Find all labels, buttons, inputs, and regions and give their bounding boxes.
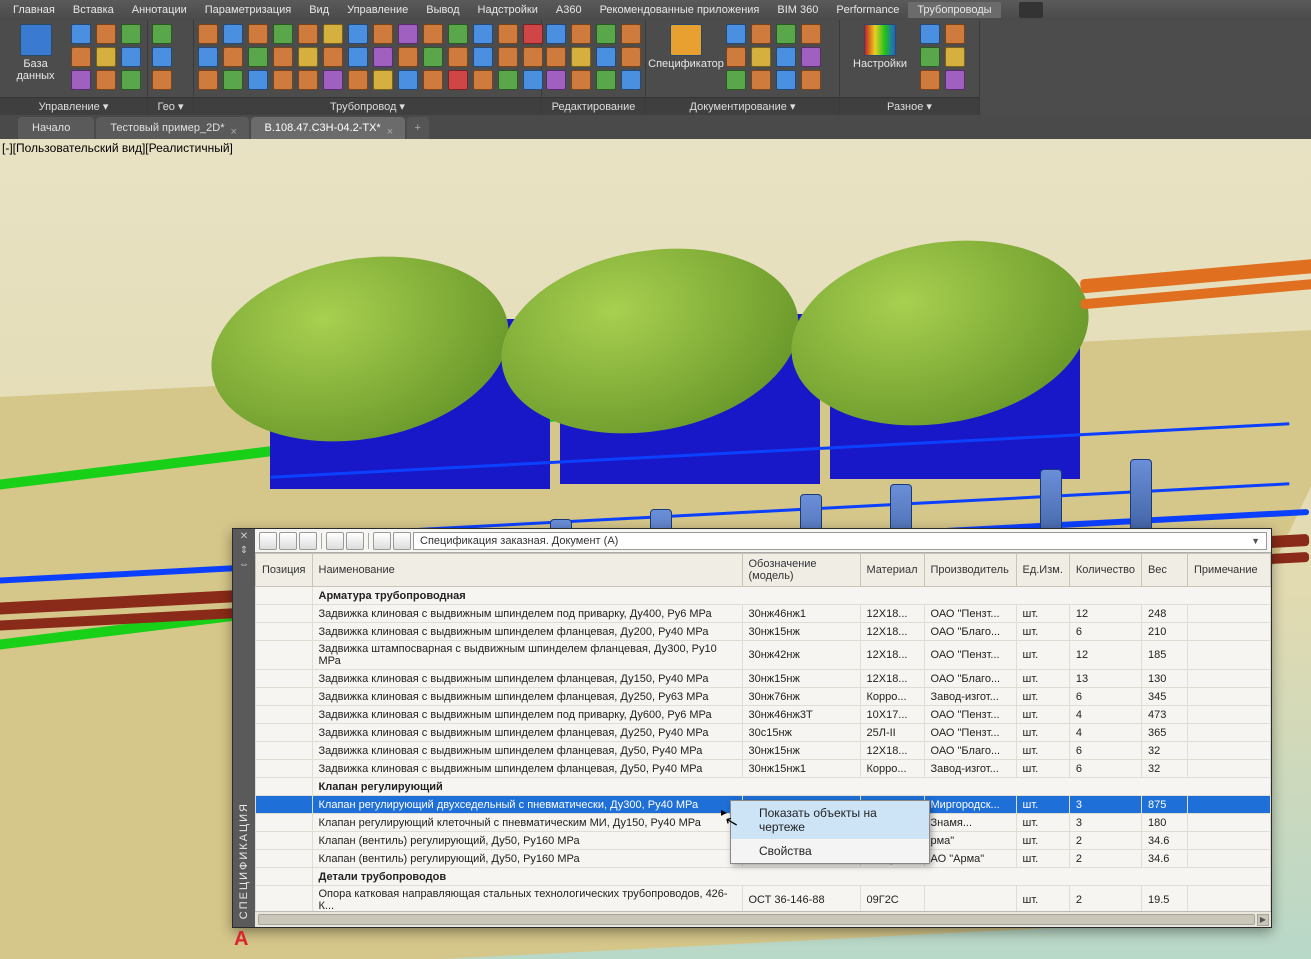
menu-item[interactable]: Параметризация [196, 2, 300, 18]
table-group-row[interactable]: Клапан регулирующий [256, 778, 1271, 796]
arrow-leftright-icon[interactable]: ⇔ [238, 559, 250, 571]
table-row[interactable]: Задвижка клиновая с выдвижным шпинделем … [256, 742, 1271, 760]
close-icon[interactable]: ✕ [238, 531, 250, 543]
panel-title: Управление ▾ [0, 97, 147, 115]
context-menu-item[interactable]: Свойства [731, 839, 929, 863]
menu-item[interactable]: BIM 360 [768, 2, 827, 18]
menu-item[interactable]: Аннотации [123, 2, 196, 18]
column-header[interactable]: Обозначение (модель) [742, 554, 860, 587]
menu-item[interactable]: Performance [827, 2, 908, 18]
tb-export-icon[interactable] [373, 532, 391, 550]
close-icon[interactable]: × [387, 121, 399, 133]
ribbon-small-button[interactable] [71, 24, 91, 44]
context-menu-item[interactable]: Показать объекты на чертеже [731, 801, 929, 839]
tb-refresh-icon[interactable] [326, 532, 344, 550]
spec-title-dropdown[interactable]: Спецификация заказная. Документ (А)▼ [413, 532, 1267, 550]
menu-item[interactable]: A360 [547, 2, 591, 18]
spec-sidebar: ✕ ⇕ ⇔ СПЕЦИФИКАЦИЯ [233, 529, 255, 927]
close-icon[interactable]: × [231, 121, 243, 133]
table-row[interactable]: Задвижка клиновая с выдвижным шпинделем … [256, 623, 1271, 641]
column-header[interactable]: Позиция [256, 554, 313, 587]
menu-item[interactable]: Трубопроводы [908, 2, 1000, 18]
menu-item[interactable]: Управление [338, 2, 417, 18]
menu-item[interactable]: Надстройки [469, 2, 547, 18]
menu-item[interactable]: Рекомендованные приложения [591, 2, 769, 18]
menubar: ГлавнаяВставкаАннотацииПараметризацияВид… [0, 0, 1311, 20]
table-row[interactable]: Задвижка штампосварная с выдвижным шпинд… [256, 641, 1271, 670]
menu-item[interactable]: Вставка [64, 2, 123, 18]
ribbon-settings-button[interactable]: Настройки [844, 24, 916, 70]
table-row[interactable]: Опора катковая направляющая стальных тех… [256, 886, 1271, 912]
table-row[interactable]: Задвижка клиновая с выдвижным шпинделем … [256, 760, 1271, 778]
column-header[interactable]: Материал [860, 554, 924, 587]
context-menu: Показать объекты на чертежеСвойства [730, 800, 930, 864]
table-row[interactable]: Задвижка клиновая с выдвижным шпинделем … [256, 605, 1271, 623]
spec-panel: ✕ ⇕ ⇔ СПЕЦИФИКАЦИЯ Спецификация заказная… [232, 528, 1272, 928]
spec-toolbar: Спецификация заказная. Документ (А)▼ [255, 529, 1271, 553]
autocad-logo-icon: A [234, 928, 248, 951]
ribbon-database-button[interactable]: База данных [4, 24, 67, 82]
column-header[interactable]: Примечание [1187, 554, 1270, 587]
table-row[interactable]: Задвижка клиновая с выдвижным шпинделем … [256, 724, 1271, 742]
document-tab[interactable]: Тестовый пример_2D*× [96, 117, 248, 139]
document-tabs: НачалоТестовый пример_2D*×B.108.47.С3Н-0… [0, 115, 1311, 139]
document-tab[interactable]: Начало [18, 117, 94, 139]
column-header[interactable]: Количество [1069, 554, 1141, 587]
tb-columns-icon[interactable] [299, 532, 317, 550]
table-row[interactable]: Задвижка клиновая с выдвижным шпинделем … [256, 670, 1271, 688]
table-group-row[interactable]: Детали трубопроводов [256, 868, 1271, 886]
table-group-row[interactable]: Арматура трубопроводная [256, 587, 1271, 605]
document-tab[interactable]: B.108.47.С3Н-04.2-TX*× [251, 117, 405, 139]
spec-side-label: СПЕЦИФИКАЦИЯ [238, 802, 250, 919]
menu-item[interactable]: Вид [300, 2, 338, 18]
ribbon: База данных Управление ▾ Гео ▾ Трубопров… [0, 20, 1311, 115]
new-tab-button[interactable]: + [407, 117, 429, 139]
horizontal-scrollbar[interactable]: ▶ [255, 911, 1271, 927]
column-header[interactable]: Ед.Изм. [1016, 554, 1069, 587]
table-row[interactable]: Задвижка клиновая с выдвижным шпинделем … [256, 688, 1271, 706]
ribbon-spec-button[interactable]: Спецификатор [650, 24, 722, 70]
tb-sort-icon[interactable] [259, 532, 277, 550]
tb-tree-icon[interactable] [393, 532, 411, 550]
column-header[interactable]: Наименование [312, 554, 742, 587]
camera-icon[interactable] [1019, 2, 1043, 18]
table-row[interactable]: Задвижка клиновая с выдвижным шпинделем … [256, 706, 1271, 724]
column-header[interactable]: Производитель [924, 554, 1016, 587]
column-header[interactable]: Вес [1141, 554, 1187, 587]
tb-grid-icon[interactable] [279, 532, 297, 550]
tb-link-icon[interactable] [346, 532, 364, 550]
menu-item[interactable]: Главная [4, 2, 64, 18]
arrow-updown-icon[interactable]: ⇕ [238, 545, 250, 557]
menu-item[interactable]: Вывод [417, 2, 468, 18]
